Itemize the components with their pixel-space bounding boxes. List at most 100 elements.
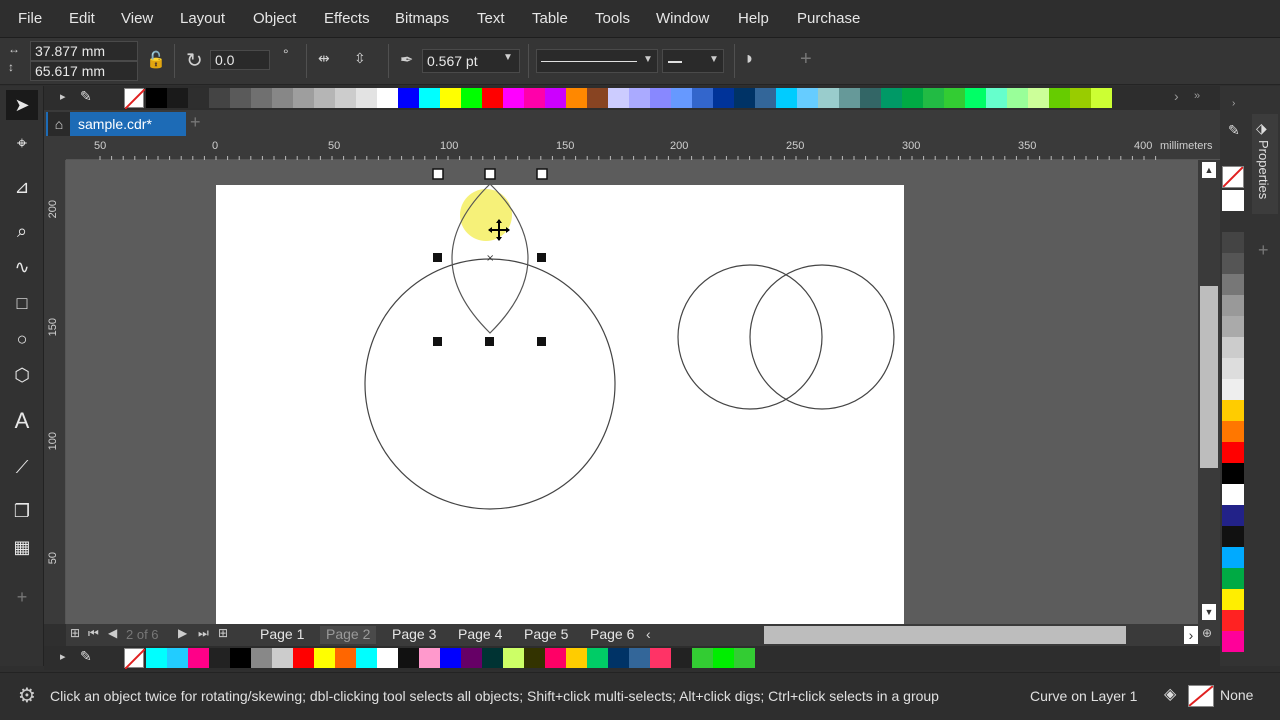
- color-swatch[interactable]: [1222, 337, 1244, 358]
- line-cap-dropdown[interactable]: ▼: [662, 49, 724, 73]
- color-swatch[interactable]: [524, 648, 545, 668]
- color-swatch[interactable]: [440, 88, 461, 108]
- zoom-tool-icon[interactable]: ⌕: [6, 216, 38, 246]
- color-swatch[interactable]: [230, 88, 251, 108]
- drop-shadow-tool-icon[interactable]: ❐: [6, 496, 38, 526]
- color-swatch[interactable]: [335, 88, 356, 108]
- color-swatch[interactable]: [1070, 88, 1091, 108]
- color-swatch[interactable]: [524, 88, 545, 108]
- color-swatch[interactable]: [818, 88, 839, 108]
- scroll-right-icon[interactable]: ›: [1184, 626, 1198, 644]
- page-tab[interactable]: Page 6: [584, 626, 638, 644]
- scroll-up-icon[interactable]: ▲: [1202, 162, 1216, 178]
- menu-effects[interactable]: Effects: [324, 10, 370, 27]
- gear-icon[interactable]: ⚙: [18, 683, 36, 708]
- shape-tool-icon[interactable]: ⌖: [6, 128, 38, 158]
- palette-expand-icon[interactable]: ▸: [60, 90, 66, 103]
- menu-tools[interactable]: Tools: [595, 10, 630, 27]
- color-swatch[interactable]: [692, 88, 713, 108]
- color-swatch[interactable]: [671, 88, 692, 108]
- previous-page-icon[interactable]: ◀: [108, 626, 117, 640]
- first-page-icon[interactable]: ⏮: [88, 626, 99, 641]
- color-swatch[interactable]: [146, 88, 167, 108]
- color-swatch[interactable]: [1222, 505, 1244, 526]
- color-swatch[interactable]: [1222, 379, 1244, 400]
- color-swatch[interactable]: [188, 88, 209, 108]
- color-swatch[interactable]: [482, 648, 503, 668]
- color-swatch[interactable]: [1222, 631, 1244, 652]
- object-width-field[interactable]: 37.877 mm: [30, 41, 138, 61]
- no-color-swatch[interactable]: [1222, 166, 1244, 188]
- color-swatch[interactable]: [1028, 88, 1049, 108]
- page-tab[interactable]: Page 4: [452, 626, 508, 644]
- crop-tool-icon[interactable]: ⊿: [6, 172, 38, 202]
- color-swatch[interactable]: [335, 648, 356, 668]
- menu-edit[interactable]: Edit: [69, 10, 95, 27]
- color-swatch[interactable]: [167, 648, 188, 668]
- color-swatch[interactable]: [734, 648, 755, 668]
- color-swatch[interactable]: [986, 88, 1007, 108]
- properties-docker-tab[interactable]: ⬗ Properties: [1252, 114, 1278, 214]
- page-tab[interactable]: Page 5: [518, 626, 574, 644]
- vertical-scroll-thumb[interactable]: [1200, 286, 1218, 468]
- menu-window[interactable]: Window: [656, 10, 709, 27]
- color-swatch[interactable]: [1091, 88, 1112, 108]
- color-swatch[interactable]: [881, 88, 902, 108]
- color-swatch[interactable]: [272, 648, 293, 668]
- color-swatch[interactable]: [209, 88, 230, 108]
- menu-text[interactable]: Text: [477, 10, 505, 27]
- ruler-corner[interactable]: [44, 138, 66, 160]
- menu-file[interactable]: File: [18, 10, 42, 27]
- color-swatch[interactable]: [356, 648, 377, 668]
- text-tool-icon[interactable]: A: [6, 406, 38, 436]
- color-swatch[interactable]: [461, 88, 482, 108]
- color-swatch[interactable]: [692, 648, 713, 668]
- color-swatch[interactable]: [734, 88, 755, 108]
- color-swatch[interactable]: [587, 88, 608, 108]
- parallel-dimension-tool-icon[interactable]: ⟋: [6, 452, 38, 482]
- color-swatch[interactable]: [1222, 274, 1244, 295]
- color-swatch[interactable]: [209, 648, 230, 668]
- color-swatch[interactable]: [608, 88, 629, 108]
- color-swatch[interactable]: [1222, 568, 1244, 589]
- next-page-icon[interactable]: ▶: [178, 626, 187, 640]
- palette-more-icon[interactable]: »: [1194, 90, 1200, 102]
- fill-swatch[interactable]: [1188, 685, 1214, 707]
- color-swatch[interactable]: [797, 88, 818, 108]
- color-swatch[interactable]: [356, 88, 377, 108]
- color-swatch[interactable]: [650, 648, 671, 668]
- color-swatch[interactable]: [1222, 547, 1244, 568]
- color-swatch[interactable]: [293, 88, 314, 108]
- no-color-swatch[interactable]: [124, 648, 146, 670]
- color-swatch[interactable]: [902, 88, 923, 108]
- color-swatch[interactable]: [503, 88, 524, 108]
- color-swatch[interactable]: [650, 88, 671, 108]
- color-swatch[interactable]: [566, 88, 587, 108]
- horizontal-ruler[interactable]: 50 0 50 100 150 200 250 300 350 400 mill…: [66, 138, 1220, 160]
- color-swatch[interactable]: [545, 88, 566, 108]
- new-tab-icon[interactable]: +: [190, 112, 201, 133]
- color-swatch[interactable]: [398, 88, 419, 108]
- color-swatch[interactable]: [839, 88, 860, 108]
- color-swatch[interactable]: [1049, 88, 1070, 108]
- mirror-horizontal-icon[interactable]: ⇹: [318, 50, 330, 67]
- color-swatch[interactable]: [188, 648, 209, 668]
- pick-tool-icon[interactable]: ➤: [6, 90, 38, 120]
- color-swatch[interactable]: [1222, 400, 1244, 421]
- polygon-tool-icon[interactable]: ⬡: [6, 360, 38, 390]
- color-swatch[interactable]: [1222, 463, 1244, 484]
- eyedropper-icon[interactable]: ✎: [1228, 122, 1240, 139]
- color-swatch[interactable]: [440, 648, 461, 668]
- color-swatch[interactable]: [314, 648, 335, 668]
- color-swatch[interactable]: [1222, 610, 1244, 631]
- color-swatch[interactable]: [398, 648, 419, 668]
- color-swatch[interactable]: [314, 88, 335, 108]
- color-swatch[interactable]: [860, 88, 881, 108]
- home-icon[interactable]: ⌂: [48, 112, 70, 136]
- color-swatch[interactable]: [377, 648, 398, 668]
- color-swatch[interactable]: [251, 648, 272, 668]
- vertical-ruler[interactable]: 200 150 100 50: [44, 160, 66, 624]
- color-swatch[interactable]: [629, 88, 650, 108]
- color-swatch[interactable]: [482, 88, 503, 108]
- color-swatch[interactable]: [713, 88, 734, 108]
